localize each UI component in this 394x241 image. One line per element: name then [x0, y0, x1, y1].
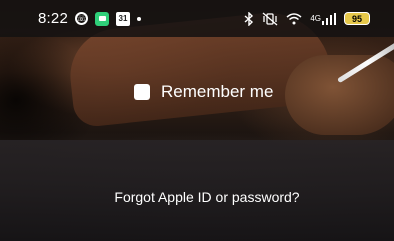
notification-dot-icon — [137, 16, 141, 21]
status-time: 8:22 — [38, 10, 68, 27]
chat-icon — [95, 11, 109, 26]
remember-me-label: Remember me — [161, 82, 274, 101]
vibrate-icon — [262, 12, 278, 26]
forgot-apple-id-link[interactable]: Forgot Apple ID or password? — [0, 189, 394, 205]
bluetooth-icon — [244, 11, 254, 26]
status-bar: 8:22 ☏ 31 4G 95 — [0, 0, 394, 37]
network-label: 4G — [310, 14, 321, 23]
status-right: 4G 95 — [244, 11, 370, 26]
calendar-icon: 31 — [116, 11, 130, 26]
background-hand — [285, 55, 394, 135]
battery-icon: 95 — [344, 12, 370, 25]
whatsapp-icon: ☏ — [75, 12, 88, 25]
login-screen: 8:22 ☏ 31 4G 95 Remember me Forgot Apple… — [0, 0, 394, 241]
remember-me-checkbox[interactable]: Remember me — [134, 82, 273, 102]
status-left: 8:22 ☏ 31 — [38, 10, 141, 27]
wifi-icon — [286, 12, 302, 25]
checkbox-box[interactable] — [134, 84, 150, 100]
signal-icon: 4G — [310, 12, 336, 25]
